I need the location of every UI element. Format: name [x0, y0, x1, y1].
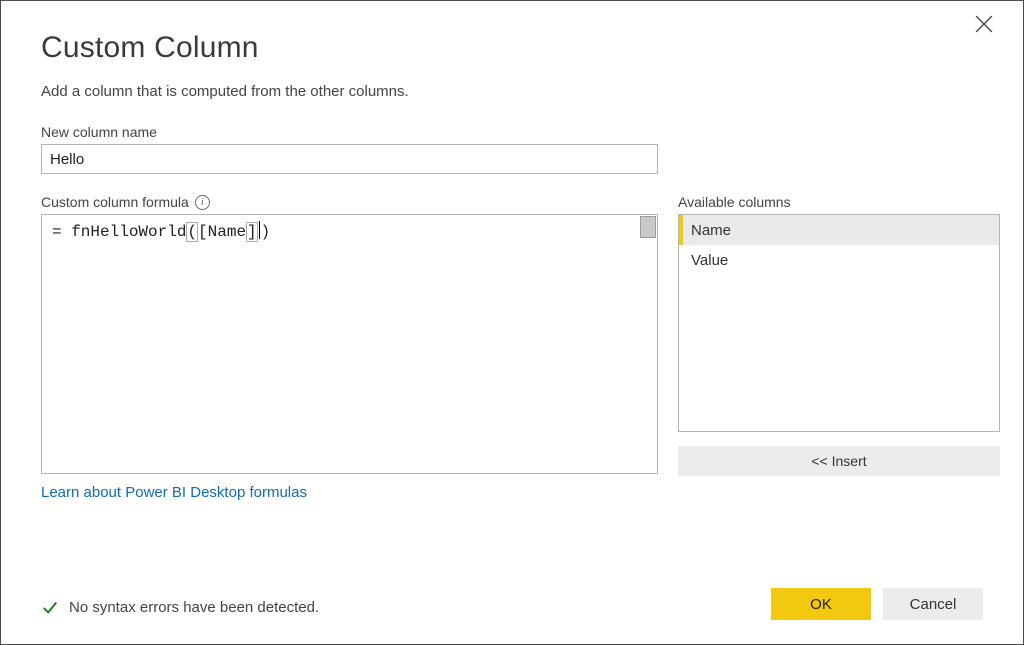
custom-column-dialog: Custom Column Add a column that is compu…: [0, 0, 1024, 645]
dialog-title: Custom Column: [41, 31, 983, 65]
available-column-item-label: Value: [691, 252, 728, 269]
status-text: No syntax errors have been detected.: [69, 599, 319, 616]
insert-button[interactable]: << Insert: [678, 446, 1000, 476]
formula-prefix: =: [52, 223, 71, 241]
formula-open-paren: (: [186, 222, 198, 242]
cancel-button[interactable]: Cancel: [883, 588, 983, 620]
ok-button[interactable]: OK: [771, 588, 871, 620]
dialog-actions: OK Cancel: [771, 588, 983, 620]
learn-formulas-link[interactable]: Learn about Power BI Desktop formulas: [41, 484, 307, 501]
available-columns-list[interactable]: Name Value: [678, 214, 1000, 432]
formula-label: Custom column formula i: [41, 194, 658, 210]
text-cursor: [259, 221, 260, 239]
close-button[interactable]: [975, 15, 999, 39]
formula-close-bracket: ]: [246, 222, 258, 242]
formula-label-text: Custom column formula: [41, 194, 189, 210]
status-bar: No syntax errors have been detected.: [41, 598, 319, 616]
column-name-label: New column name: [41, 124, 983, 140]
scrollbar-thumb[interactable]: [640, 216, 656, 238]
formula-open-bracket: [: [198, 223, 208, 241]
formula-fn: fnHelloWorld: [71, 223, 186, 241]
check-icon: [41, 598, 59, 616]
available-column-item-label: Name: [691, 222, 731, 239]
column-name-input[interactable]: [41, 144, 658, 174]
available-column-item[interactable]: Value: [679, 245, 999, 275]
close-icon: [975, 15, 993, 33]
available-column-item[interactable]: Name: [679, 215, 999, 245]
dialog-subtitle: Add a column that is computed from the o…: [41, 83, 983, 100]
formula-arg: Name: [208, 223, 246, 241]
formula-editor[interactable]: = fnHelloWorld([Name]): [41, 214, 658, 474]
available-columns-label: Available columns: [678, 194, 1000, 210]
formula-close-paren: ): [261, 223, 271, 241]
info-icon[interactable]: i: [195, 195, 210, 210]
